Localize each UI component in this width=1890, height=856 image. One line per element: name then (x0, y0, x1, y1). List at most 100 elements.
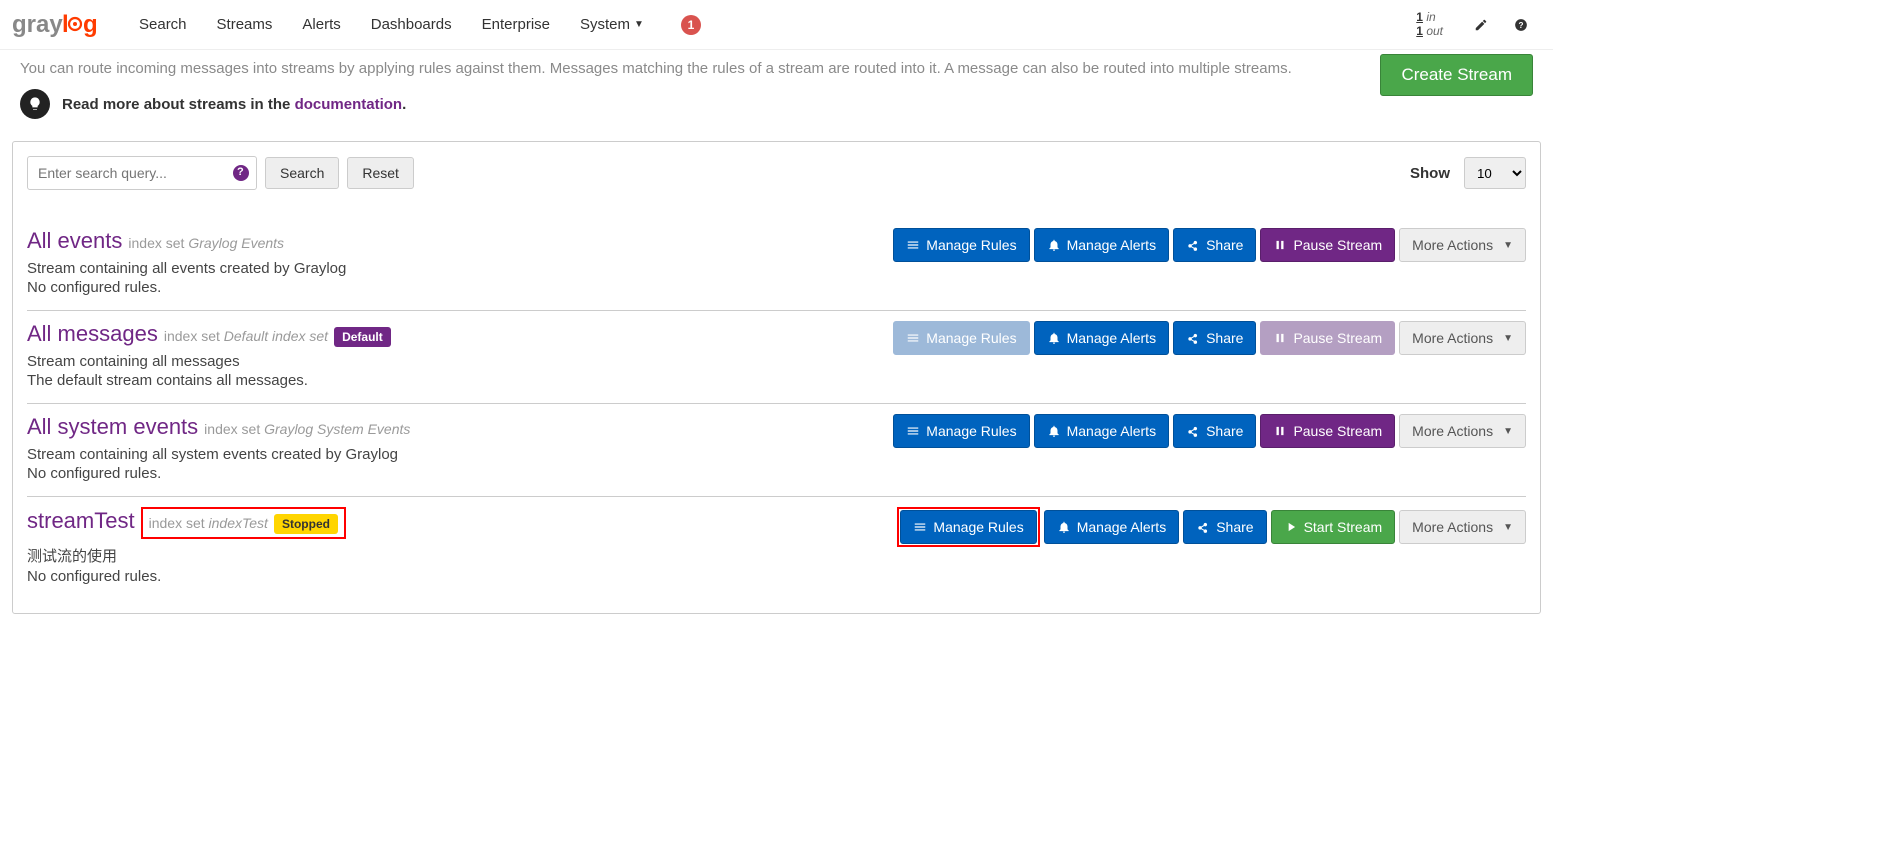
caret-down-icon: ▼ (634, 19, 644, 30)
nav-system-label: System (580, 16, 630, 33)
pause-stream-button[interactable]: Pause Stream (1260, 228, 1395, 262)
create-stream-button[interactable]: Create Stream (1380, 54, 1533, 96)
share-button-label: Share (1206, 236, 1243, 254)
throughput-in-num: 1 (1416, 10, 1423, 24)
page-description: You can route incoming messages into str… (20, 58, 1380, 79)
stream-title[interactable]: All events (27, 228, 122, 254)
stream-description: Stream containing all events created by … (27, 260, 893, 277)
manage-alerts-button[interactable]: Manage Alerts (1044, 510, 1180, 544)
start-stream-button-label: Start Stream (1304, 518, 1383, 536)
more-actions-button[interactable]: More Actions▼ (1399, 321, 1526, 355)
index-set-block: index set Graylog System Events (204, 421, 410, 437)
callout-prefix: Read more about streams in the (62, 96, 295, 113)
stream-title[interactable]: streamTest (27, 508, 135, 534)
nav-alerts[interactable]: Alerts (287, 1, 355, 48)
stream-description: Stream containing all system events crea… (27, 446, 893, 463)
scratchpad-icon[interactable] (1467, 11, 1495, 39)
lightbulb-icon (20, 89, 50, 119)
pause-stream-button-label: Pause Stream (1293, 329, 1382, 347)
throughput-in-label: in (1426, 10, 1435, 24)
index-set-prefix: index set (164, 328, 224, 344)
stream-description: Stream containing all messages (27, 353, 893, 370)
more-actions-label: More Actions (1412, 422, 1493, 440)
share-button-label: Share (1216, 518, 1253, 536)
nav-streams[interactable]: Streams (202, 1, 288, 48)
nav-enterprise[interactable]: Enterprise (467, 1, 565, 48)
documentation-link[interactable]: documentation (295, 96, 403, 113)
page-size-select[interactable]: 10 (1464, 157, 1526, 189)
manage-rules-button-label: Manage Rules (926, 236, 1016, 254)
more-actions-button[interactable]: More Actions▼ (1399, 510, 1526, 544)
start-stream-button[interactable]: Start Stream (1271, 510, 1396, 544)
pause-stream-button[interactable]: Pause Stream (1260, 414, 1395, 448)
index-set-prefix: index set (128, 235, 188, 251)
nav-links: Search Streams Alerts Dashboards Enterpr… (124, 1, 701, 48)
svg-text:g: g (83, 11, 98, 38)
notification-badge[interactable]: 1 (681, 15, 701, 35)
manage-rules-button-label: Manage Rules (926, 329, 1016, 347)
manage-alerts-button-label: Manage Alerts (1077, 518, 1167, 536)
nav-system[interactable]: System ▼ (565, 1, 659, 48)
search-help-icon[interactable] (233, 165, 249, 181)
more-actions-label: More Actions (1412, 329, 1493, 347)
index-set-prefix: index set (149, 515, 209, 531)
page-header: You can route incoming messages into str… (8, 50, 1545, 137)
pause-stream-button-label: Pause Stream (1293, 422, 1382, 440)
manage-rules-button[interactable]: Manage Rules (893, 228, 1029, 262)
index-set-prefix: index set (204, 421, 264, 437)
nav-search[interactable]: Search (124, 1, 202, 48)
pause-stream-button: Pause Stream (1260, 321, 1395, 355)
reset-button[interactable]: Reset (347, 157, 414, 189)
manage-alerts-button[interactable]: Manage Alerts (1034, 228, 1170, 262)
stream-actions: Manage Rules Manage Alerts Share Pause Stre… (893, 228, 1526, 262)
share-button-label: Share (1206, 329, 1243, 347)
index-set-block: index set Graylog Events (128, 235, 284, 251)
stream-title[interactable]: All system events (27, 414, 198, 440)
logo[interactable]: gray l g (12, 10, 104, 40)
more-actions-button[interactable]: More Actions▼ (1399, 228, 1526, 262)
default-badge: Default (334, 327, 391, 347)
manage-alerts-button[interactable]: Manage Alerts (1034, 321, 1170, 355)
index-set-name: Graylog Events (188, 235, 284, 251)
manage-alerts-button-label: Manage Alerts (1067, 329, 1157, 347)
svg-text:gray: gray (12, 11, 63, 38)
stream-rules-summary: No configured rules. (27, 568, 897, 585)
index-set-block: index set indexTestStopped (141, 507, 346, 539)
manage-rules-button-wrap: Manage Rules (897, 507, 1039, 547)
stream-actions: Manage Rules Manage Alerts Share Pause Stre… (893, 414, 1526, 448)
more-actions-button[interactable]: More Actions▼ (1399, 414, 1526, 448)
toolbar: Search Reset Show 10 (27, 156, 1526, 190)
throughput-out-num: 1 (1416, 24, 1423, 38)
manage-alerts-button-label: Manage Alerts (1067, 422, 1157, 440)
index-set-name: Default index set (224, 328, 328, 344)
stream-actions: Manage Rules Manage Alerts Share Pause Stre… (893, 321, 1526, 355)
help-icon[interactable]: ? (1507, 11, 1535, 39)
index-set-block: index set Default index set Default (164, 328, 391, 344)
share-button[interactable]: Share (1173, 414, 1256, 448)
stream-row: All events index set Graylog Events Stream… (27, 218, 1526, 311)
stream-title[interactable]: All messages (27, 321, 158, 347)
stream-rules-summary: No configured rules. (27, 465, 893, 482)
more-actions-label: More Actions (1412, 518, 1493, 536)
throughput-indicator: 1 in 1 out (1416, 11, 1443, 37)
index-set-name: indexTest (209, 515, 268, 531)
manage-rules-button-label: Manage Rules (926, 422, 1016, 440)
nav-dashboards[interactable]: Dashboards (356, 1, 467, 48)
pause-stream-button-label: Pause Stream (1293, 236, 1382, 254)
stream-row: streamTestindex set indexTestStopped测试流的… (27, 497, 1526, 599)
manage-rules-button[interactable]: Manage Rules (900, 510, 1036, 544)
stream-rules-summary: The default stream contains all messages… (27, 372, 893, 389)
search-button[interactable]: Search (265, 157, 339, 189)
share-button[interactable]: Share (1183, 510, 1266, 544)
show-label: Show (1410, 165, 1450, 182)
stream-row: All system events index set Graylog Syste… (27, 404, 1526, 497)
stream-actions: Manage Rules Manage Alerts Share Start Stre… (897, 507, 1526, 547)
share-button[interactable]: Share (1173, 228, 1256, 262)
manage-alerts-button[interactable]: Manage Alerts (1034, 414, 1170, 448)
manage-alerts-button-label: Manage Alerts (1067, 236, 1157, 254)
stream-rules-summary: No configured rules. (27, 279, 893, 296)
share-button[interactable]: Share (1173, 321, 1256, 355)
search-input[interactable] (27, 156, 257, 190)
manage-rules-button[interactable]: Manage Rules (893, 414, 1029, 448)
share-button-label: Share (1206, 422, 1243, 440)
